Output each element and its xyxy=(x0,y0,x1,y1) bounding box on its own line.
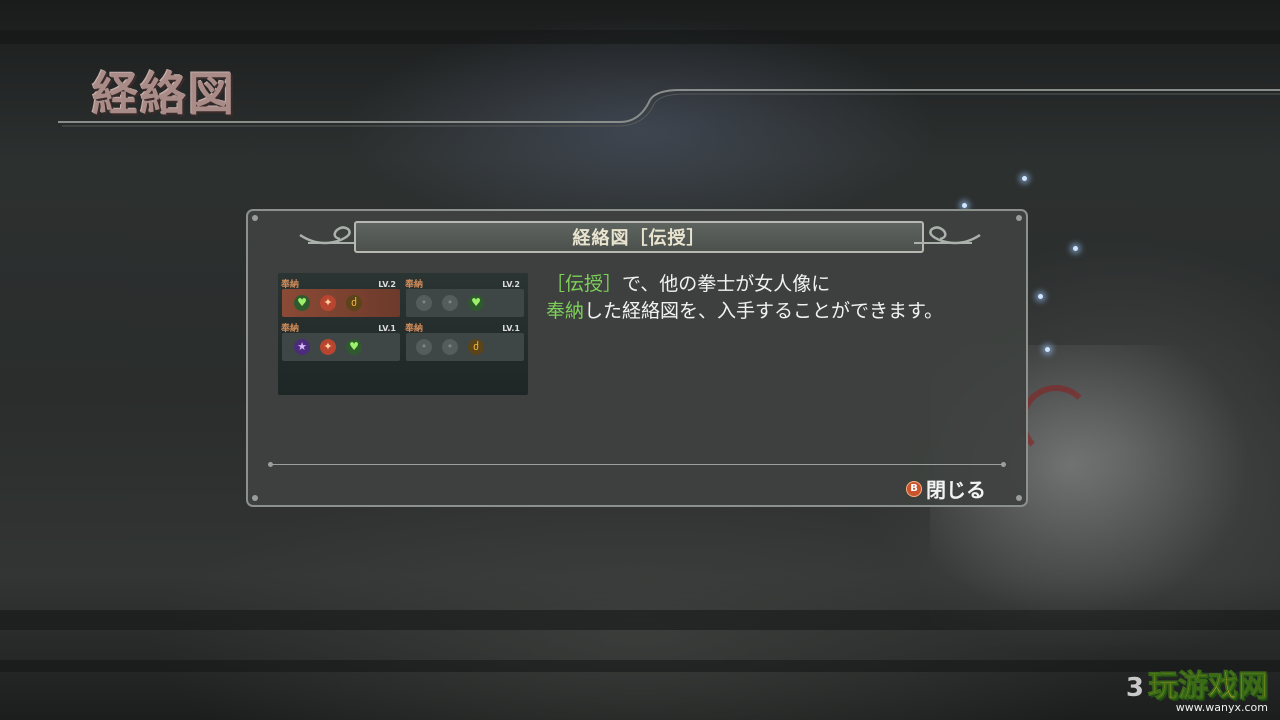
meridian-slot: 奉納 LV.2 • • ♥ xyxy=(405,280,524,317)
dialog-title: 経絡図［伝授］ xyxy=(572,228,706,249)
star-light xyxy=(962,203,967,208)
keyword-highlight: 奉納 xyxy=(546,300,585,322)
heart-gem-icon: ♥ xyxy=(294,295,310,311)
slot-level: LV.1 xyxy=(378,324,396,333)
brush-stroke xyxy=(0,660,1280,672)
keyword-highlight: ［伝授］ xyxy=(546,273,623,295)
meridian-preview-image: 奉納 LV.2 ♥ ✦ ძ 奉納 LV.2 • • ♥ 奉納 LV.1 ★ ✦ … xyxy=(278,273,528,395)
flame-gem-icon: ძ xyxy=(468,339,484,355)
empty-gem-icon: • xyxy=(416,339,432,355)
empty-gem-icon: • xyxy=(416,295,432,311)
watermark-brand: 玩游戏网 xyxy=(1148,669,1269,705)
star-light xyxy=(1073,246,1078,251)
fire-gem-icon: ✦ xyxy=(320,339,336,355)
page-title: 経絡図 xyxy=(92,67,236,121)
offering-tag: 奉納 xyxy=(281,324,300,334)
divider-dot xyxy=(1001,462,1006,467)
meridian-slot: 奉納 LV.2 ♥ ✦ ძ xyxy=(281,280,400,317)
info-dialog: 経絡図［伝授］ 奉納 LV.2 ♥ ✦ ძ 奉納 LV.2 • • ♥ 奉納 L… xyxy=(246,209,1028,507)
offering-tag: 奉納 xyxy=(405,280,424,290)
description-text: した経絡図を、入手することができます。 xyxy=(584,300,944,322)
description-text: で、他の拳士が女人像に xyxy=(622,273,831,295)
slot-level: LV.2 xyxy=(378,280,396,289)
b-button-icon: B xyxy=(906,480,922,497)
close-button[interactable]: B 閉じる xyxy=(906,474,986,503)
corner-dot xyxy=(1016,215,1022,221)
corner-dot xyxy=(252,495,258,501)
divider-dot xyxy=(268,462,273,467)
corner-dot xyxy=(252,215,258,221)
corner-dot xyxy=(1016,495,1022,501)
site-watermark: 3 玩游戏网 www.wanyx.com xyxy=(1125,661,1269,715)
brush-stroke xyxy=(0,30,1280,44)
red-arc-decoration xyxy=(1020,385,1092,457)
star-light xyxy=(1022,176,1027,181)
slot-level: LV.1 xyxy=(502,324,520,333)
fire-gem-icon: ✦ xyxy=(320,295,336,311)
heart-gem-icon: ♥ xyxy=(346,339,362,355)
scroll-ornament-icon xyxy=(914,226,981,245)
star-light xyxy=(1038,294,1043,299)
meridian-slot: 奉納 LV.1 • • ძ xyxy=(405,324,524,361)
divider xyxy=(270,464,1004,465)
star-light xyxy=(1045,347,1050,352)
dialog-description: ［伝授］で、他の拳士が女人像に 奉納した経絡図を、入手することができます。 xyxy=(546,271,1016,325)
slot-level: LV.2 xyxy=(502,280,520,289)
heart-gem-icon: ♥ xyxy=(468,295,484,311)
empty-gem-icon: • xyxy=(442,339,458,355)
star-gem-icon: ★ xyxy=(294,339,310,355)
dialog-title-banner: 経絡図［伝授］ xyxy=(354,221,924,253)
offering-tag: 奉納 xyxy=(405,324,424,334)
flame-gem-icon: ძ xyxy=(346,295,362,311)
empty-gem-icon: • xyxy=(442,295,458,311)
offering-tag: 奉納 xyxy=(281,280,300,290)
meridian-slot: 奉納 LV.1 ★ ✦ ♥ xyxy=(281,324,400,361)
close-label: 閉じる xyxy=(926,478,986,502)
watermark-number: 3 xyxy=(1125,673,1144,703)
